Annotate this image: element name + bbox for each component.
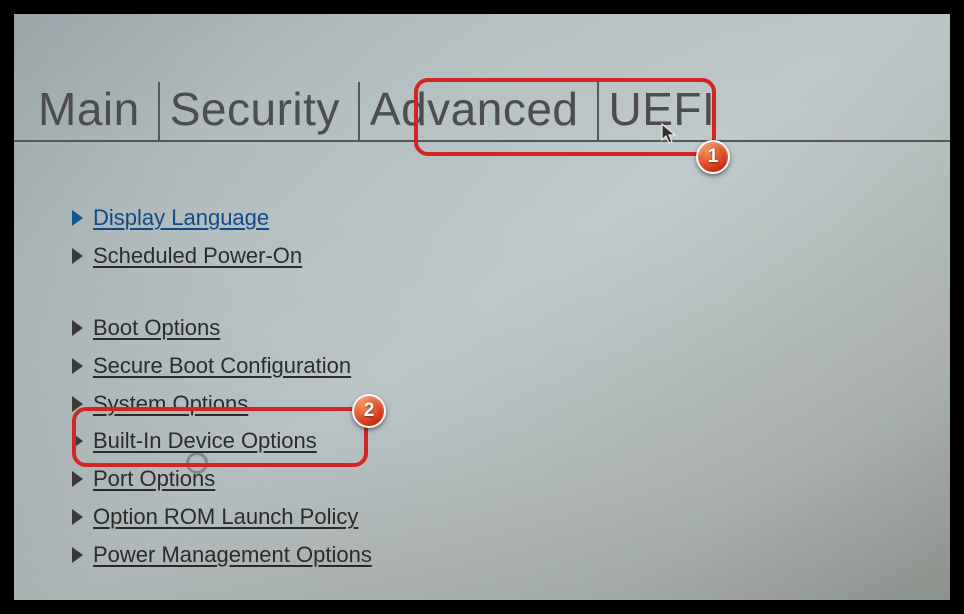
arrow-icon <box>72 358 83 374</box>
menu-item-label: Built-In Device Options <box>93 425 317 457</box>
arrow-icon <box>72 471 83 487</box>
menu-power-management-options[interactable]: Power Management Options <box>62 539 950 571</box>
tab-bar: Main Security Advanced UEFI <box>14 14 950 142</box>
menu-boot-options[interactable]: Boot Options <box>62 312 950 344</box>
menu-item-label: Display Language <box>93 202 269 234</box>
menu-content: Display Language Scheduled Power-On Boot… <box>14 142 950 571</box>
menu-item-label: System Options <box>93 388 248 420</box>
menu-scheduled-power-on[interactable]: Scheduled Power-On <box>62 240 950 272</box>
tab-main[interactable]: Main <box>28 82 158 140</box>
menu-port-options[interactable]: Port Options <box>62 463 950 495</box>
tab-security[interactable]: Security <box>160 82 358 140</box>
menu-option-rom-launch-policy[interactable]: Option ROM Launch Policy <box>62 501 950 533</box>
menu-secure-boot-configuration[interactable]: Secure Boot Configuration <box>62 350 950 382</box>
arrow-icon <box>72 396 83 412</box>
menu-group-2: Boot Options Secure Boot Configuration S… <box>62 312 950 571</box>
arrow-icon <box>72 248 83 264</box>
menu-display-language[interactable]: Display Language <box>62 202 950 234</box>
tab-advanced[interactable]: Advanced <box>360 82 597 140</box>
menu-item-label: Option ROM Launch Policy <box>93 501 358 533</box>
menu-item-label: Boot Options <box>93 312 220 344</box>
bios-screen: Main Security Advanced UEFI Display Lang… <box>14 14 950 600</box>
arrow-icon <box>72 210 83 226</box>
menu-item-label: Port Options <box>93 463 215 495</box>
arrow-icon <box>72 320 83 336</box>
arrow-icon <box>72 433 83 449</box>
arrow-icon <box>72 547 83 563</box>
menu-group-1: Display Language Scheduled Power-On <box>62 202 950 272</box>
menu-item-label: Power Management Options <box>93 539 372 571</box>
menu-built-in-device-options[interactable]: Built-In Device Options <box>62 425 950 457</box>
arrow-icon <box>72 509 83 525</box>
tab-uefi[interactable]: UEFI <box>599 82 734 140</box>
menu-item-label: Secure Boot Configuration <box>93 350 351 382</box>
menu-item-label: Scheduled Power-On <box>93 240 302 272</box>
menu-system-options[interactable]: System Options <box>62 388 950 420</box>
